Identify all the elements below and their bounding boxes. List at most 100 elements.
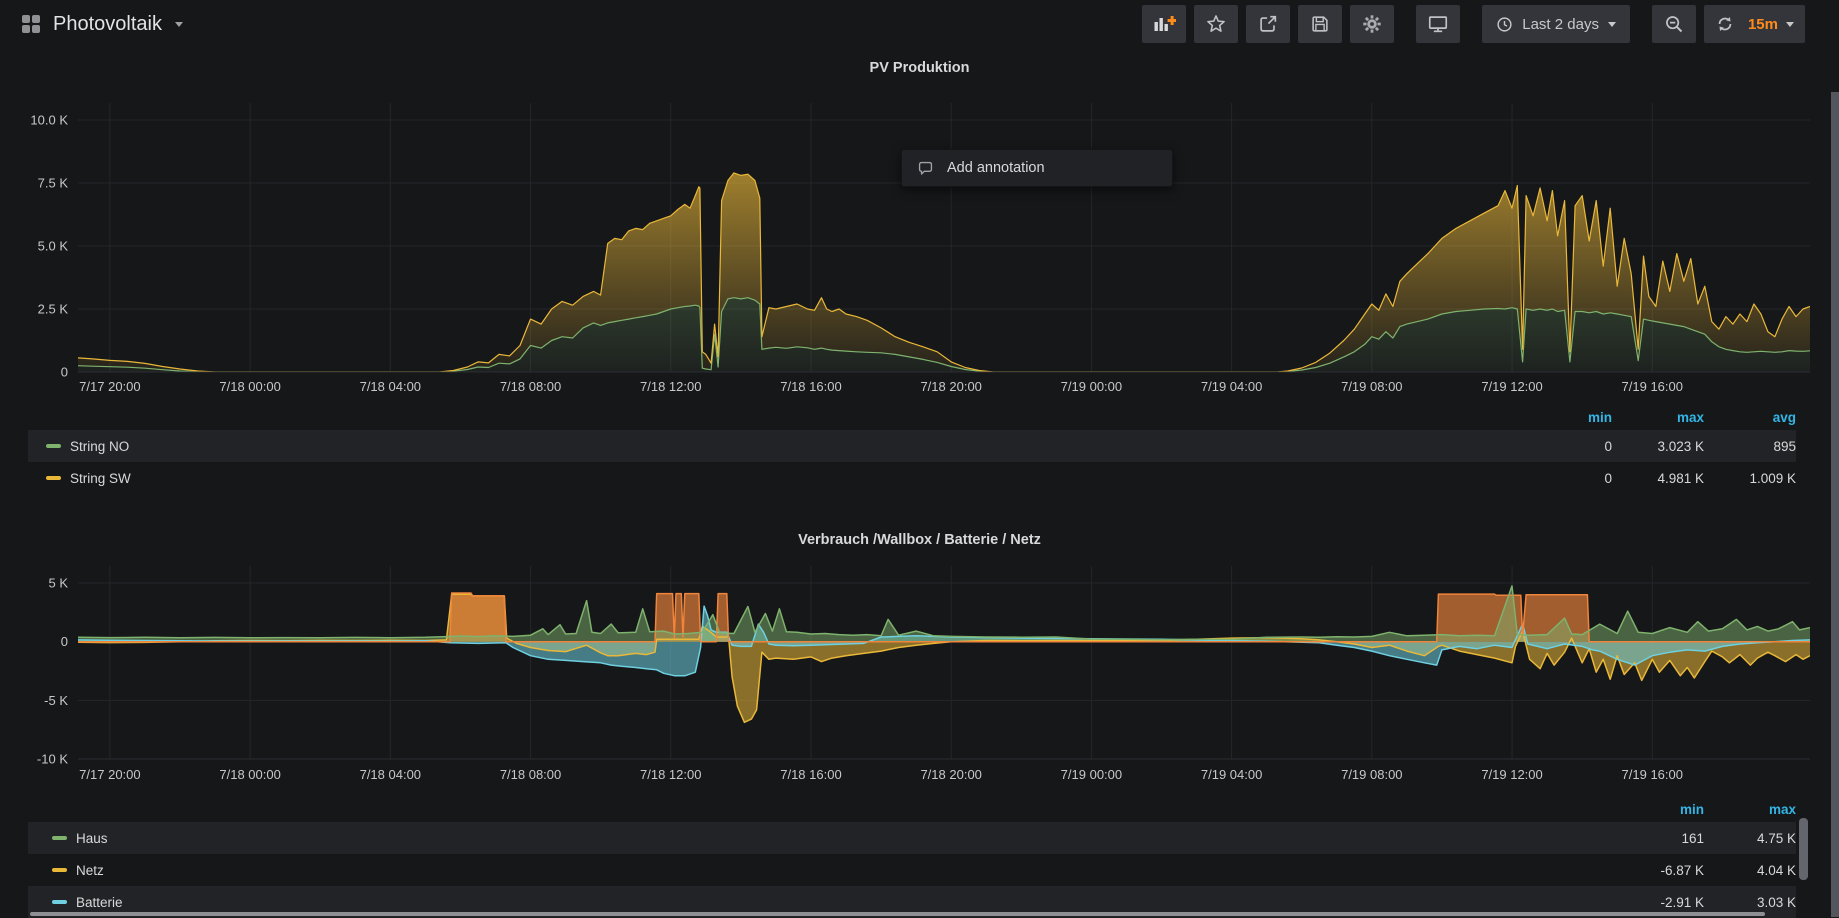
time-range-picker[interactable]: Last 2 days xyxy=(1482,5,1630,43)
y-axis-tick-label: 5 K xyxy=(48,576,68,591)
y-axis-tick-label: 0 xyxy=(61,365,68,380)
legend-max-value: 3.023 K xyxy=(1612,439,1704,454)
legend-min-value: 0 xyxy=(1520,439,1612,454)
settings-button[interactable] xyxy=(1350,5,1394,43)
legend-row-string-sw[interactable]: String SW 04.981 K1.009 K xyxy=(28,462,1796,494)
zoom-out-button[interactable] xyxy=(1652,5,1696,43)
legend-min-value: 161 xyxy=(1612,831,1704,846)
share-arrow-icon xyxy=(1257,13,1279,35)
x-axis-tick-label: 7/18 00:00 xyxy=(219,767,280,782)
series-name: Netz xyxy=(76,863,104,878)
verbrauch-chart[interactable]: 5 K 0 -5 K -10 K 7/17 20:00 7/18 00:00 7/18 04… xyxy=(0,555,1839,790)
add-annotation-label: Add annotation xyxy=(947,160,1045,176)
y-axis-tick-label: -5 K xyxy=(44,693,68,708)
y-axis-tick-label: 5.0 K xyxy=(38,239,69,254)
page-scrollbar[interactable] xyxy=(1831,92,1839,917)
y-axis-tick-label: -10 K xyxy=(37,752,68,767)
time-range-label: Last 2 days xyxy=(1522,16,1599,33)
x-axis-tick-label: 7/18 04:00 xyxy=(360,767,421,782)
x-axis-tick-label: 7/19 04:00 xyxy=(1201,379,1262,394)
panel-title-verbrauch[interactable]: Verbrauch /Wallbox / Batterie / Netz xyxy=(0,532,1839,548)
x-axis-tick-label: 7/18 08:00 xyxy=(500,379,561,394)
series-areas xyxy=(78,586,1810,722)
y-axis-tick-label: 0 xyxy=(61,634,68,649)
legend-max-value: 3.03 K xyxy=(1704,895,1796,910)
x-axis-tick-label: 7/18 12:00 xyxy=(640,379,701,394)
x-axis-tick-label: 7/19 16:00 xyxy=(1622,379,1683,394)
x-axis-tick-label: 7/18 16:00 xyxy=(780,767,841,782)
legend-sort-max[interactable]: max xyxy=(1612,410,1704,425)
gear-icon xyxy=(1361,13,1383,35)
monitor-icon xyxy=(1426,13,1450,35)
series-areas xyxy=(78,173,1810,372)
chevron-down-icon xyxy=(1608,22,1616,27)
x-axis-tick-label: 7/18 00:00 xyxy=(219,379,280,394)
legend-min-value: 0 xyxy=(1520,471,1612,486)
series-name: String SW xyxy=(70,471,131,486)
x-axis-tick-label: 7/18 20:00 xyxy=(920,379,981,394)
add-annotation-menu-item[interactable]: Add annotation xyxy=(901,149,1173,187)
save-button[interactable] xyxy=(1298,5,1342,43)
grid-square xyxy=(32,15,40,23)
x-axis-tick-label: 7/18 20:00 xyxy=(920,767,981,782)
legend-row-haus[interactable]: Haus 1614.75 K xyxy=(28,822,1796,854)
legend-scrollbar[interactable] xyxy=(1799,818,1808,880)
favorite-button[interactable] xyxy=(1194,5,1238,43)
legend-min-value: -2.91 K xyxy=(1612,895,1704,910)
x-axis-tick-label: 7/19 16:00 xyxy=(1622,767,1683,782)
chevron-down-icon[interactable] xyxy=(175,22,183,27)
navbar: Photovoltaik xyxy=(0,0,1839,48)
legend-row-netz[interactable]: Netz-6.87 K4.04 K xyxy=(28,854,1796,886)
floppy-disk-icon xyxy=(1309,13,1331,35)
series-color-swatch[interactable] xyxy=(52,868,67,872)
legend-avg-value: 895 xyxy=(1704,439,1796,454)
legend-sort-avg[interactable]: avg xyxy=(1704,410,1796,425)
dashboard-grid-icon[interactable] xyxy=(22,15,40,33)
x-axis-tick-label: 7/17 20:00 xyxy=(79,767,140,782)
pv-produktion-chart[interactable]: 0 2.5 K 5.0 K 7.5 K 10.0 K 7/17 20:00 7/18 00:… xyxy=(0,95,1839,405)
series-name: Haus xyxy=(76,831,108,846)
legend-header-row: minmaxavg xyxy=(28,404,1796,430)
refresh-interval-dropdown[interactable]: 15m xyxy=(1746,5,1805,43)
star-icon xyxy=(1205,13,1227,35)
legend-sort-min[interactable]: min xyxy=(1612,802,1704,817)
x-axis-tick-label: 7/18 04:00 xyxy=(360,379,421,394)
chevron-down-icon xyxy=(1786,22,1794,27)
legend-header-row: minmax xyxy=(28,796,1796,822)
legend-max-value: 4.04 K xyxy=(1704,863,1796,878)
horizontal-scrollbar[interactable] xyxy=(30,912,1765,916)
y-axis-tick-label: 10.0 K xyxy=(30,113,68,128)
refresh-picker: 15m xyxy=(1704,5,1805,43)
share-button[interactable] xyxy=(1246,5,1290,43)
series-name: Batterie xyxy=(76,895,123,910)
legend-max-value: 4.981 K xyxy=(1612,471,1704,486)
refresh-button[interactable] xyxy=(1704,5,1746,43)
legend-max-value: 4.75 K xyxy=(1704,831,1796,846)
dashboard-title[interactable]: Photovoltaik xyxy=(53,13,162,36)
series-color-swatch[interactable] xyxy=(46,476,61,480)
pv-produktion-legend: minmaxavgString NO03.023 K895String SW04… xyxy=(28,404,1796,494)
series-color-swatch[interactable] xyxy=(46,444,61,448)
x-axis-tick-label: 7/19 00:00 xyxy=(1061,379,1122,394)
x-axis-tick-label: 7/19 08:00 xyxy=(1341,379,1402,394)
verbrauch-legend: minmax Haus 1614.75 K Netz-6.87 K4.04 K Batt… xyxy=(28,796,1796,918)
series-color-swatch[interactable] xyxy=(52,836,67,840)
series-color-swatch[interactable] xyxy=(52,900,67,904)
grid-square xyxy=(22,25,30,33)
cycle-view-button[interactable] xyxy=(1416,5,1460,43)
panel-title-pv-produktion[interactable]: PV Produktion xyxy=(0,60,1839,76)
legend-avg-value: 1.009 K xyxy=(1704,471,1796,486)
x-axis-tick-label: 7/19 00:00 xyxy=(1061,767,1122,782)
x-axis-tick-label: 7/19 12:00 xyxy=(1481,379,1542,394)
legend-sort-max[interactable]: max xyxy=(1704,802,1796,817)
y-axis-tick-label: 2.5 K xyxy=(38,302,69,317)
x-axis-tick-label: 7/19 08:00 xyxy=(1341,767,1402,782)
add-panel-button[interactable] xyxy=(1142,5,1186,43)
x-axis-tick-label: 7/17 20:00 xyxy=(79,379,140,394)
refresh-interval-label: 15m xyxy=(1748,16,1778,33)
legend-row-string-no[interactable]: String NO03.023 K895 xyxy=(28,430,1796,462)
magnifier-minus-icon xyxy=(1663,13,1685,35)
x-axis-tick-label: 7/18 12:00 xyxy=(640,767,701,782)
legend-sort-min[interactable]: min xyxy=(1520,410,1612,425)
y-axis-tick-label: 7.5 K xyxy=(38,176,69,191)
